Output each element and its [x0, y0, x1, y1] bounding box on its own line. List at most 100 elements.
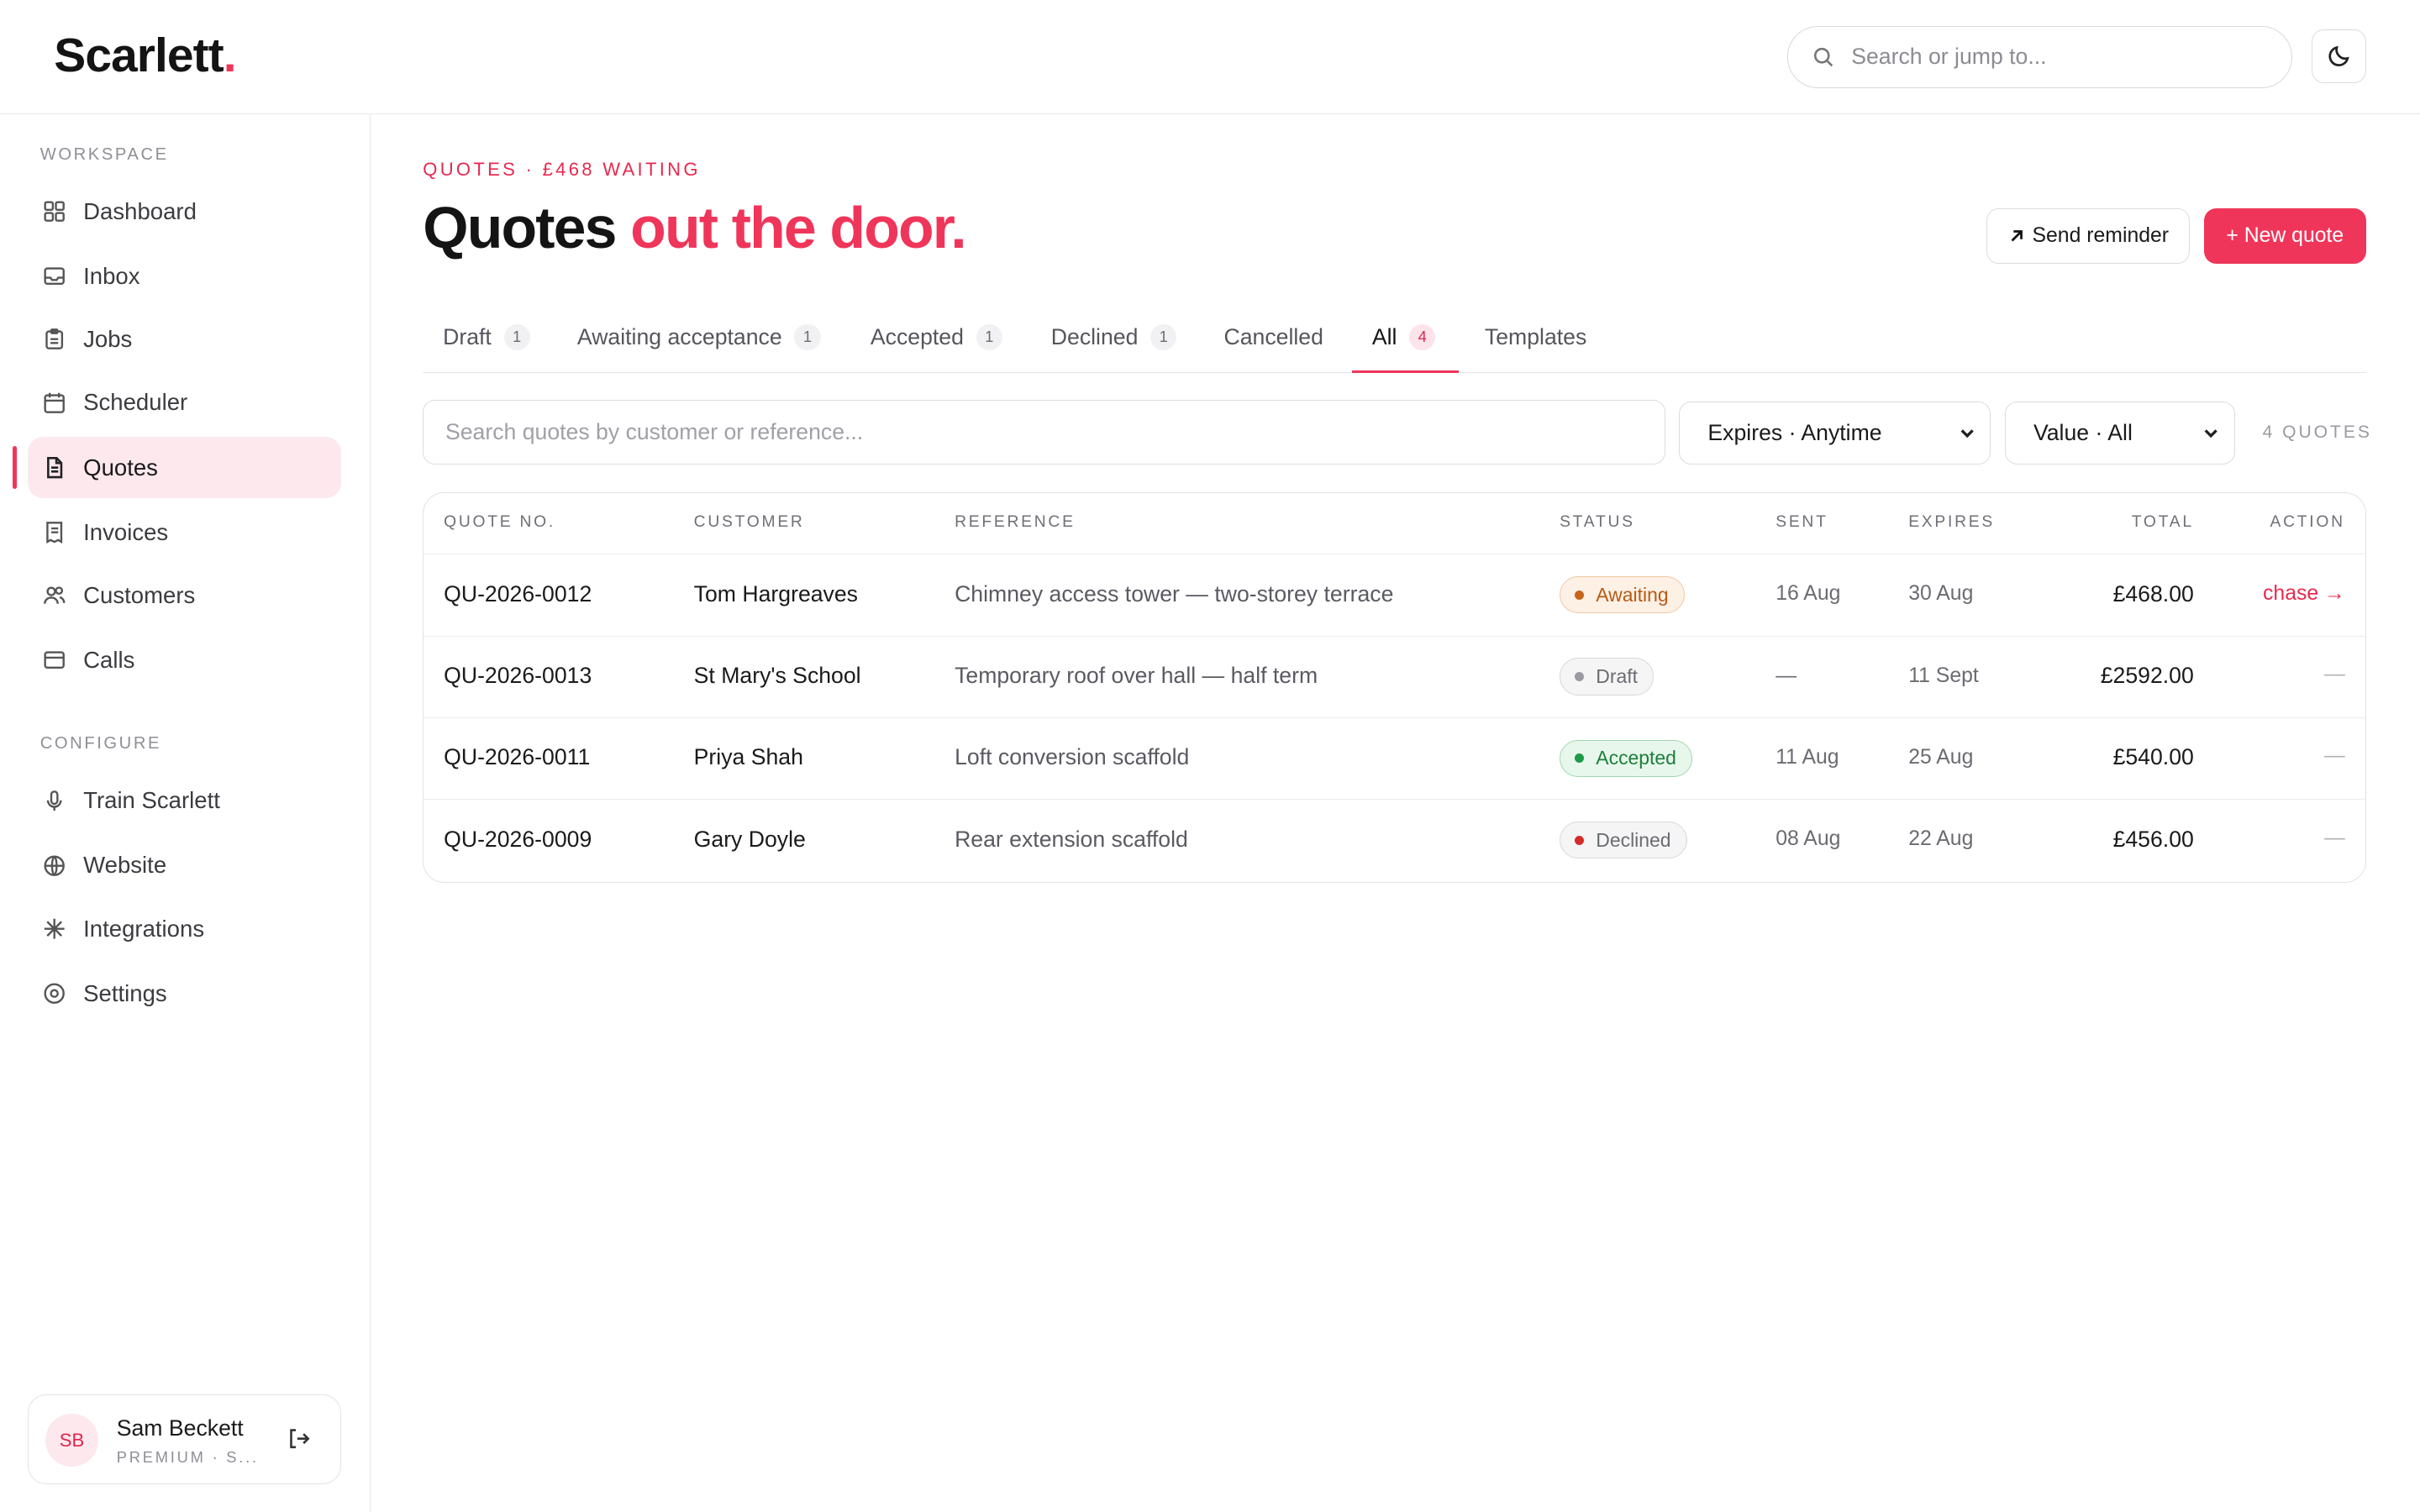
globe-icon — [44, 855, 65, 876]
quote-total: £540.00 — [2112, 744, 2194, 770]
sent-date: — — [1776, 664, 1797, 687]
customer-name: Tom Hargreaves — [693, 580, 858, 606]
chase-link[interactable]: chase → — [2263, 582, 2345, 606]
grid-icon — [44, 201, 65, 222]
quote-number[interactable]: QU-2026-0011 — [444, 744, 590, 770]
chevron-down-icon — [2204, 429, 2217, 438]
sparkle-icon — [44, 918, 65, 939]
active-nav-indicator — [12, 445, 18, 490]
tab-accepted[interactable]: Accepted 1 — [871, 308, 1002, 373]
tab-all[interactable]: All 4 — [1372, 308, 1436, 373]
status-badge: Draft — [1560, 658, 1655, 696]
global-search-placeholder: Search or jump to... — [1851, 44, 2047, 70]
app-logo[interactable]: Scarlett. — [54, 28, 236, 83]
expires-date: 11 Sept — [1908, 664, 1979, 687]
expires-filter-select[interactable]: Expires · Anytime — [1679, 401, 1991, 465]
document-icon — [46, 456, 62, 479]
calendar-icon — [44, 392, 65, 413]
quote-number[interactable]: QU-2026-0012 — [444, 581, 592, 607]
sidebar-item-label: Train Scarlett — [83, 787, 220, 814]
quote-number[interactable]: QU-2026-0009 — [444, 827, 592, 853]
column-header[interactable]: STATUS — [1560, 513, 1635, 532]
sidebar-item-dashboard[interactable]: Dashboard — [28, 181, 341, 242]
sidebar-item-inbox[interactable]: Inbox — [28, 245, 341, 307]
reference: Chimney access tower — two-storey terrac… — [955, 580, 1394, 606]
status-tabs: Draft 1 Awaiting acceptance 1 Accepted 1 De… — [423, 308, 2366, 374]
reference: Loft conversion scaffold — [955, 744, 1190, 770]
sidebar-item-label: Invoices — [83, 518, 169, 545]
microphone-icon — [46, 790, 62, 811]
row-action: — — [2324, 826, 2345, 849]
sidebar-item-invoices[interactable]: Invoices — [28, 501, 341, 563]
tab-awaiting-acceptance[interactable]: Awaiting acceptance 1 — [577, 308, 821, 373]
top-bar: Scarlett. Search or jump to... — [0, 0, 2420, 114]
sidebar-item-label: Dashboard — [83, 197, 197, 224]
tab-declined[interactable]: Declined 1 — [1051, 308, 1177, 373]
status-badge: Awaiting — [1560, 576, 1685, 614]
sidebar: WORKSPACE Dashboard Inbox Jobs Scheduler… — [0, 113, 371, 1512]
sidebar-item-label: Quotes — [83, 454, 158, 480]
sidebar-item-quotes[interactable]: Quotes — [28, 436, 341, 499]
new-quote-button[interactable]: + New quote — [2203, 207, 2366, 265]
sidebar-item-train-scarlett[interactable]: Train Scarlett — [28, 770, 341, 832]
table-row[interactable]: QU-2026-0013 St Mary's School Temporary … — [424, 637, 2365, 719]
send-reminder-button[interactable]: Send reminder — [1986, 207, 2191, 265]
table-row[interactable]: QU-2026-0012 Tom Hargreaves Chimney acce… — [424, 554, 2365, 637]
customer-name: St Mary's School — [693, 662, 861, 688]
user-name: Sam Beckett — [116, 1415, 244, 1441]
inbox-icon — [44, 267, 65, 286]
expires-date: 22 Aug — [1908, 827, 1974, 851]
sidebar-item-jobs[interactable]: Jobs — [28, 308, 341, 370]
value-filter-select[interactable]: Value · All — [2004, 401, 2235, 465]
sidebar-item-integrations[interactable]: Integrations — [28, 898, 341, 959]
user-card[interactable]: SB Sam Beckett PREMIUM · S... — [28, 1394, 341, 1484]
reference: Rear extension scaffold — [955, 826, 1188, 852]
configure-section-title: CONFIGURE — [39, 734, 162, 753]
theme-toggle-button[interactable] — [2312, 29, 2366, 84]
status-badge: Accepted — [1560, 739, 1693, 777]
column-header[interactable]: REFERENCE — [955, 513, 1076, 532]
sidebar-item-customers[interactable]: Customers — [28, 564, 341, 626]
quote-total: £2592.00 — [2100, 662, 2194, 688]
expires-date: 30 Aug — [1908, 582, 1974, 606]
arrow-up-right-icon — [2011, 230, 2023, 242]
quote-search-input[interactable] — [423, 399, 1665, 465]
sidebar-item-calls[interactable]: Calls — [28, 629, 341, 690]
quotes-count: 4 QUOTES — [2262, 423, 2372, 443]
sidebar-item-label: Scheduler — [83, 389, 188, 416]
sidebar-item-website[interactable]: Website — [28, 835, 341, 896]
tab-draft[interactable]: Draft 1 — [443, 308, 530, 373]
customer-name: Gary Doyle — [693, 826, 806, 852]
column-header[interactable]: TOTAL — [2132, 513, 2194, 532]
reference: Temporary roof over hall — half term — [955, 662, 1318, 688]
customer-name: Priya Shah — [693, 744, 803, 770]
tab-templates[interactable]: Templates — [1485, 308, 1586, 373]
search-icon — [1814, 48, 1833, 67]
sidebar-item-settings[interactable]: Settings — [28, 963, 341, 1024]
settings-icon — [44, 983, 65, 1005]
logout-icon[interactable] — [287, 1426, 311, 1451]
column-header[interactable]: EXPIRES — [1908, 513, 1995, 532]
row-action: — — [2324, 662, 2345, 685]
row-action: — — [2324, 744, 2345, 768]
sidebar-item-label: Calls — [83, 647, 135, 674]
column-header[interactable]: SENT — [1776, 513, 1828, 532]
user-plan: PREMIUM · S... — [116, 1447, 259, 1466]
sent-date: 08 Aug — [1776, 827, 1841, 851]
global-search[interactable]: Search or jump to... — [1786, 26, 2292, 88]
column-header[interactable]: CUSTOMER — [694, 513, 805, 532]
quotes-table: QUOTE NO. CUSTOMER REFERENCE STATUS SENT… — [423, 491, 2366, 883]
avatar: SB — [45, 1414, 98, 1467]
sidebar-item-label: Customers — [83, 581, 196, 608]
sidebar-item-label: Settings — [83, 979, 167, 1006]
tab-cancelled[interactable]: Cancelled — [1224, 308, 1323, 373]
table-row[interactable]: QU-2026-0009 Gary Doyle Rear extension s… — [424, 800, 2365, 881]
column-header[interactable]: QUOTE NO. — [444, 513, 555, 532]
sidebar-item-scheduler[interactable]: Scheduler — [28, 372, 341, 433]
quote-total: £456.00 — [2112, 826, 2194, 852]
sent-date: 16 Aug — [1776, 582, 1841, 606]
table-row[interactable]: QU-2026-0011 Priya Shah Loft conversion … — [424, 718, 2365, 801]
page-title: Quotes out the door. — [423, 195, 966, 261]
moon-icon — [2328, 46, 2349, 67]
quote-number[interactable]: QU-2026-0013 — [444, 663, 592, 689]
